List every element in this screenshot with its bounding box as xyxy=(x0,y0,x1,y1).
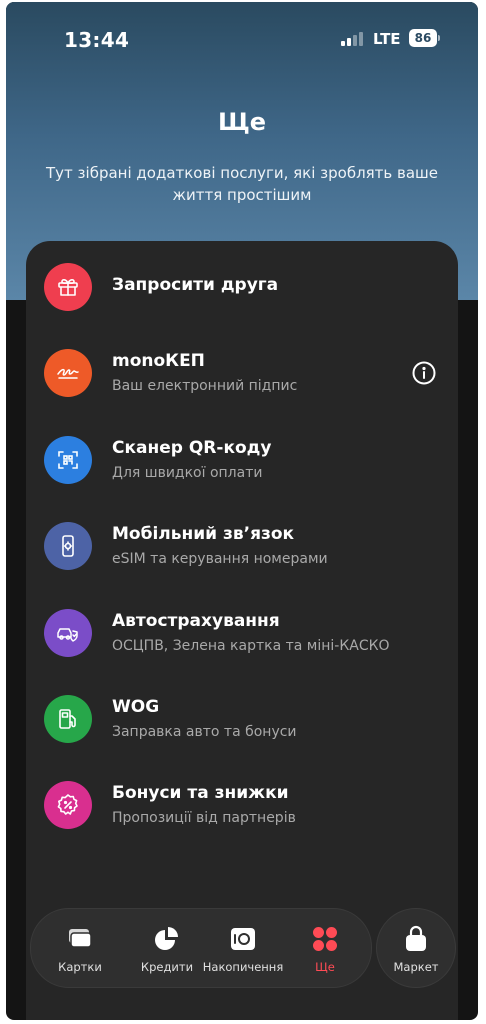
nav-tab-savings[interactable]: Накопичення xyxy=(202,909,284,987)
service-title: Автострахування xyxy=(112,611,280,631)
cards-icon xyxy=(65,924,95,954)
service-title: Сканер QR-коду xyxy=(112,438,272,458)
battery-level: 86 xyxy=(414,31,432,45)
nav-label: Накопичення xyxy=(202,960,284,974)
service-qr-scanner[interactable]: Сканер QR-коду Для швидкої оплати xyxy=(26,424,458,496)
service-title: Бонуси та знижки xyxy=(112,783,289,803)
page-subtitle: Тут зібрані додаткові послуги, які зробл… xyxy=(46,164,439,204)
nav-label: Картки xyxy=(58,960,102,974)
service-title: monoКЕП xyxy=(112,351,205,371)
nav-label: Ще xyxy=(315,960,335,974)
nav-label: Маркет xyxy=(393,960,439,974)
service-monokep[interactable]: monoКЕП Ваш електронний підпис xyxy=(26,337,458,409)
qr-scanner-icon xyxy=(44,436,92,484)
phone-screen: 13:44 LTE 86 Ще Тут зібрані додаткові по… xyxy=(6,2,478,1020)
service-subtitle: Заправка авто та бонуси xyxy=(112,724,297,740)
network-type: LTE xyxy=(373,30,401,48)
battery-icon: 86 xyxy=(409,29,437,47)
service-invite-friend[interactable]: Запросити друга xyxy=(26,251,458,323)
service-subtitle: Ваш електронний підпис xyxy=(112,378,298,394)
service-wog[interactable]: WOG Заправка авто та бонуси xyxy=(26,683,458,755)
service-bonuses[interactable]: Бонуси та знижки Пропозиції від партнері… xyxy=(26,769,458,841)
service-subtitle: eSIM та керування номерами xyxy=(112,551,328,567)
nav-market-button[interactable]: Маркет xyxy=(376,908,456,988)
safe-icon xyxy=(228,924,258,954)
service-subtitle: Для швидкої оплати xyxy=(112,465,263,481)
service-mobile[interactable]: Мобільний зв’язок eSIM та керування номе… xyxy=(26,510,458,582)
car-insurance-icon xyxy=(44,609,92,657)
info-icon[interactable] xyxy=(412,361,436,385)
status-time: 13:44 xyxy=(64,28,130,52)
fuel-station-icon xyxy=(44,695,92,743)
nav-tab-more[interactable]: Ще xyxy=(284,909,366,987)
nav-tab-credits[interactable]: Кредити xyxy=(126,909,208,987)
service-car-insurance[interactable]: Автострахування ОСЦПВ, Зелена картка та … xyxy=(26,597,458,669)
bottom-navigation: Картки Кредити Накопичення Ще xyxy=(30,908,372,988)
gift-icon xyxy=(44,263,92,311)
nav-label: Кредити xyxy=(140,960,194,974)
shopping-bag-icon xyxy=(401,924,431,954)
services-list: Запросити друга monoКЕП Ваш електронний … xyxy=(26,241,458,1020)
pie-chart-icon xyxy=(152,924,182,954)
signature-icon xyxy=(44,349,92,397)
service-title: Мобільний зв’язок xyxy=(112,524,295,544)
service-title: WOG xyxy=(112,697,160,717)
page-title: Ще xyxy=(217,108,267,136)
service-subtitle: ОСЦПВ, Зелена картка та міні-КАСКО xyxy=(112,638,390,654)
more-dots-icon xyxy=(310,924,340,954)
signal-strength-icon xyxy=(341,32,367,46)
discount-icon xyxy=(44,781,92,829)
status-bar: 13:44 LTE 86 xyxy=(6,2,478,74)
service-title: Запросити друга xyxy=(112,275,279,295)
phone-settings-icon xyxy=(44,522,92,570)
nav-tab-cards[interactable]: Картки xyxy=(39,909,121,987)
service-subtitle: Пропозиції від партнерів xyxy=(112,810,296,826)
battery-tip xyxy=(438,35,440,41)
